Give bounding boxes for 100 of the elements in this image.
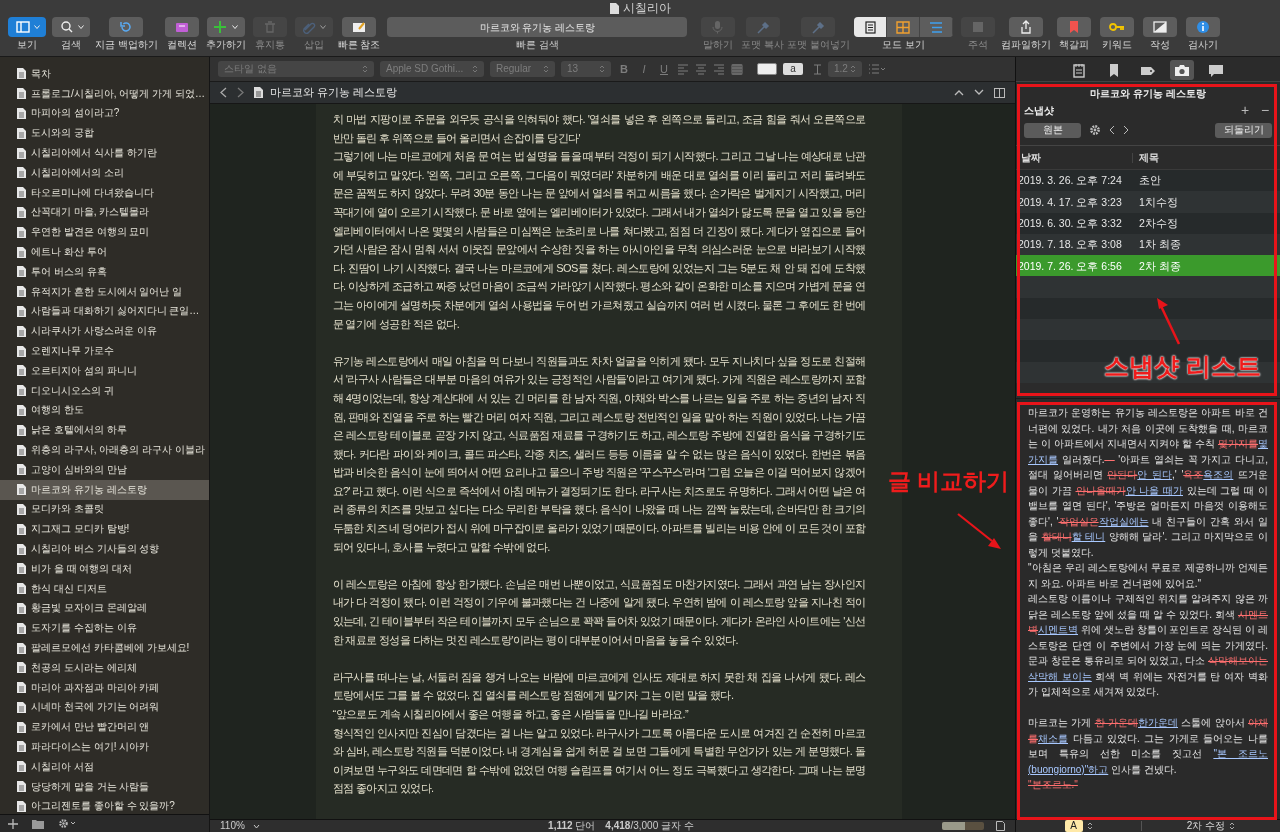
binder-item[interactable]: 시칠리아 서점: [0, 756, 209, 777]
document-icon: [17, 761, 26, 773]
document-icon: [17, 523, 26, 535]
binder-item[interactable]: 우연한 발견은 여행의 묘미: [0, 222, 209, 243]
binder-item[interactable]: 한식 대신 디저트: [0, 578, 209, 599]
toolbar-label: 책갈피: [1058, 40, 1089, 50]
split-view-icon[interactable]: [994, 87, 1005, 98]
keyword-toolbar-button[interactable]: [1099, 17, 1134, 37]
compile-toolbar-button[interactable]: [1008, 17, 1043, 37]
stepper-icon: [850, 65, 856, 73]
toolbar-label: 추가하기: [205, 40, 246, 50]
binder-item[interactable]: 지그재그 모디카 탐방!: [0, 519, 209, 540]
binder-item[interactable]: 시칠리아 버스 기사들의 성향: [0, 539, 209, 559]
line-spacing-icon[interactable]: [813, 63, 822, 75]
chevron-up-icon[interactable]: [954, 89, 964, 96]
column-header[interactable]: 제목: [1132, 152, 1280, 163]
toolbar-label: 삽입: [303, 40, 324, 50]
binder-item[interactable]: 낡은 호텔에서의 하루: [0, 420, 209, 441]
binder-item[interactable]: 여행의 한도: [0, 400, 209, 421]
settings-icon[interactable]: [58, 818, 76, 829]
paragraph: 형식적인 인사지만 진심이 담겼다는 걸 나는 알고 있었다. 라구사가 그토록 아름다운 도시로 여겨진 건 순전히 마르코와 심바, 레스토랑 직원들 덕분이었다. 내 경계심을 쉽게 허문 걸 보면 그들에게 특별한 무언가가 있는 게 분명했다. 돌이켜보면 누구와도 데면데면 할 수밖에 없었던 여행 슬럼프를 여기서 어느 정도 극복했다고 생각한다. 그때 나는 분명 점점 좋아지고 있었다.: [332, 725, 866, 797]
quick-search-field[interactable]: 마르코와 유기농 레스토랑: [387, 17, 688, 37]
binder-item[interactable]: 시라쿠사가 사랑스러운 이유: [0, 321, 209, 342]
compose-toolbar-button[interactable]: [1142, 17, 1177, 37]
caret-icon: [320, 25, 327, 29]
notes-icon: [1072, 62, 1088, 78]
note-icon[interactable]: [996, 821, 1005, 831]
binder-item[interactable]: 고양이 심바와의 만남: [0, 459, 209, 480]
binder-item[interactable]: 타오르미나에 다녀왔습니다: [0, 182, 209, 203]
stepper-icon[interactable]: [1229, 821, 1236, 831]
binder-item[interactable]: 오렌지나무 가로수: [0, 341, 209, 361]
add-folder-icon[interactable]: [32, 818, 44, 829]
binder-item[interactable]: 디오니시오스의 귀: [0, 380, 209, 401]
stepper-icon[interactable]: [1086, 821, 1093, 831]
document-icon: [17, 563, 26, 575]
binder-item[interactable]: 모디카와 초콜릿: [0, 499, 209, 520]
revert-button[interactable]: 되돌리기: [1215, 122, 1272, 138]
binder-item[interactable]: 팔레르모에선 카타콤베에 가보세요!: [0, 638, 209, 658]
font-button[interactable]: A: [1064, 820, 1083, 832]
collection-toolbar-button[interactable]: [164, 17, 199, 37]
next-icon[interactable]: [1123, 125, 1129, 135]
binder-item[interactable]: 프롤로그/시칠리아, 어떻게 가게 되었…: [0, 83, 209, 104]
binder-item[interactable]: 에트나 화산 투어: [0, 242, 209, 262]
binder-item[interactable]: 마피아의 섬이라고?: [0, 103, 209, 124]
paragraph: 그렇기에 나는 마르코에게 처음 문 여는 법 설명을 들을 때부터 걱정이 되기 시작했다. 그리고 그날 나는 예상대로 난관에 부딪히고 말았다. '왼쪽, 그리고 오른쪽, 그다음이 뭐였더라' 차분하게 배운 대로 열쇠를 이리 돌리고 저리 돌려봐도 문은 꿈쩍도 하지 않았다. 무려 30분 동안 나는 문 앞에서 열쇠를 쥐고 씨름을 했다. 손가락은 벌게지기 시작했고, 머리 꼭대기에 열이 오르기 시작했다. 문 바로 옆에는 엘리베이터가 있었다. 그래서 내가 열쇠가 닳도록 문을 열고 있을 동안 엘리베이터에서 나온 몇몇의 사람들은 미심쩍은 눈초리로 나를 쳐다봤고, 점점 더 긴장이 됐다. 게다가 옆집으로 들어가던 사람은 잠시 멈춰 서서 이웃집 문앞에서 수상한 짓을 하는 아시아인을 무척 의심스러운 눈으로 바라보기 시작했다. 진땀이 나기 시작했다. 결국 나는 마르코에게 SOS를 쳤다. 레스토랑에 있었는지 그는 5분도 채 안 돼 집에 도착했다. 이상하게 조급하고 짜증 났던 마음이 조금씩 가라앉기 시작했다. 평소와 같이 온화한 미소를 지으며 가볍게 문을 연 그는 아이에게 설명하듯 차분에게 열쇠 사용법을 두어 번 가르쳐줬고 실습까지 여러 번 시켰다. 물론 그 후에도 한 번에 문 열기에 성공한 적은 없다.: [332, 149, 866, 332]
back-icon[interactable]: [220, 87, 227, 98]
caret-icon: [33, 25, 40, 29]
text-mode-button[interactable]: [854, 17, 888, 37]
document-icon: [254, 87, 263, 98]
compare-menu[interactable]: 2차 수정: [1186, 821, 1226, 831]
binder-item[interactable]: 위층의 라구사, 아래층의 라구사 이블라: [0, 440, 209, 460]
paragraph: 라구사를 떠나는 날, 서둘러 짐을 챙겨 나오는 바람에 마르코에게 인사도 제대로 하지 못한 채 집을 나서게 됐다. 레스토랑에서도 그를 볼 수 없었다. 집 열쇠를 레스토랑 점원에게 맡기자 그는 이런 말을 했다.: [332, 669, 866, 704]
info-icon: [1194, 19, 1211, 35]
binder-item[interactable]: 목차: [0, 64, 209, 84]
comparison-paragraph: "아침은 우리 레스토랑에서 무료로 제공하니까 언제든지 와요. 아파트 바로 건너편에 있어요.": [1028, 561, 1268, 591]
document-icon: [17, 127, 26, 139]
zoom-menu[interactable]: 110%: [220, 821, 245, 831]
binder-item[interactable]: 마리아 과자점과 마리아 카페: [0, 677, 209, 698]
toolbar-label: 포맷 붙여넣기: [786, 40, 850, 50]
previous-icon[interactable]: [1109, 125, 1115, 135]
binder-item[interactable]: 천공의 도시라는 에리체: [0, 657, 209, 678]
binder-item[interactable]: 도자기를 수집하는 이유: [0, 618, 209, 639]
binder-item[interactable]: 사람들과 대화하기 싫어지다니 큰일…: [0, 301, 209, 322]
binder-item[interactable]: 투어 버스의 유혹: [0, 261, 209, 282]
quickref-toolbar-button[interactable]: [341, 17, 376, 37]
add-icon[interactable]: [8, 818, 18, 829]
text-color-well[interactable]: [757, 63, 777, 75]
binder-item[interactable]: 도시와의 궁합: [0, 123, 209, 144]
binder-item[interactable]: 유적지가 흔한 도시에서 일어난 일: [0, 281, 209, 302]
original-button[interactable]: 원본: [1024, 122, 1081, 138]
binder-item[interactable]: 황금빛 모자이크 몬레알레: [0, 598, 209, 619]
binder-item[interactable]: 마르코와 유기농 레스토랑: [0, 479, 209, 500]
inspector-toolbar-button[interactable]: [1185, 17, 1220, 37]
backup-toolbar-button[interactable]: [109, 17, 144, 37]
forward-icon[interactable]: [237, 87, 244, 98]
add-snapshot-button[interactable]: +: [1238, 103, 1252, 117]
document-icon: [17, 404, 26, 416]
bookmark-toolbar-button[interactable]: [1056, 17, 1091, 37]
remove-snapshot-button[interactable]: −: [1258, 103, 1272, 117]
snapshot-tab[interactable]: [1170, 60, 1194, 80]
binder-item[interactable]: 오르티지아 섬의 파니니: [0, 360, 209, 381]
binder-item[interactable]: 당당하게 말을 거는 사람들: [0, 776, 209, 797]
column-header[interactable]: 날짜: [1016, 152, 1132, 163]
search-toolbar-button[interactable]: [52, 17, 90, 37]
view-toolbar-button[interactable]: [8, 17, 46, 37]
binder-item[interactable]: 시칠리아에서의 소리: [0, 163, 209, 183]
highlight-color-well[interactable]: a: [783, 63, 803, 75]
chevron-down-icon[interactable]: [974, 89, 984, 96]
binder-item[interactable]: 시칠리아에서 식사를 하기란: [0, 143, 209, 163]
document-icon: [17, 108, 26, 119]
target-progress-bar: [942, 822, 984, 830]
binder-item[interactable]: 파라다이스는 여기! 시아카: [0, 737, 209, 757]
binder-item[interactable]: 비가 올 때 여행의 대처: [0, 558, 209, 579]
toolbar-label: 작성: [1149, 40, 1170, 50]
settings-icon[interactable]: [1089, 124, 1101, 136]
binder-item[interactable]: 산꼭대기 마을, 카스텔몰라: [0, 202, 209, 223]
add-toolbar-button[interactable]: [206, 17, 245, 37]
binder-item[interactable]: 아그리젠토를 좋아할 수 있을까?: [0, 796, 209, 814]
binder-item[interactable]: 로카에서 만난 빨간머리 앤: [0, 717, 209, 738]
binder-item[interactable]: 시네마 천국에 가기는 어려워: [0, 697, 209, 718]
